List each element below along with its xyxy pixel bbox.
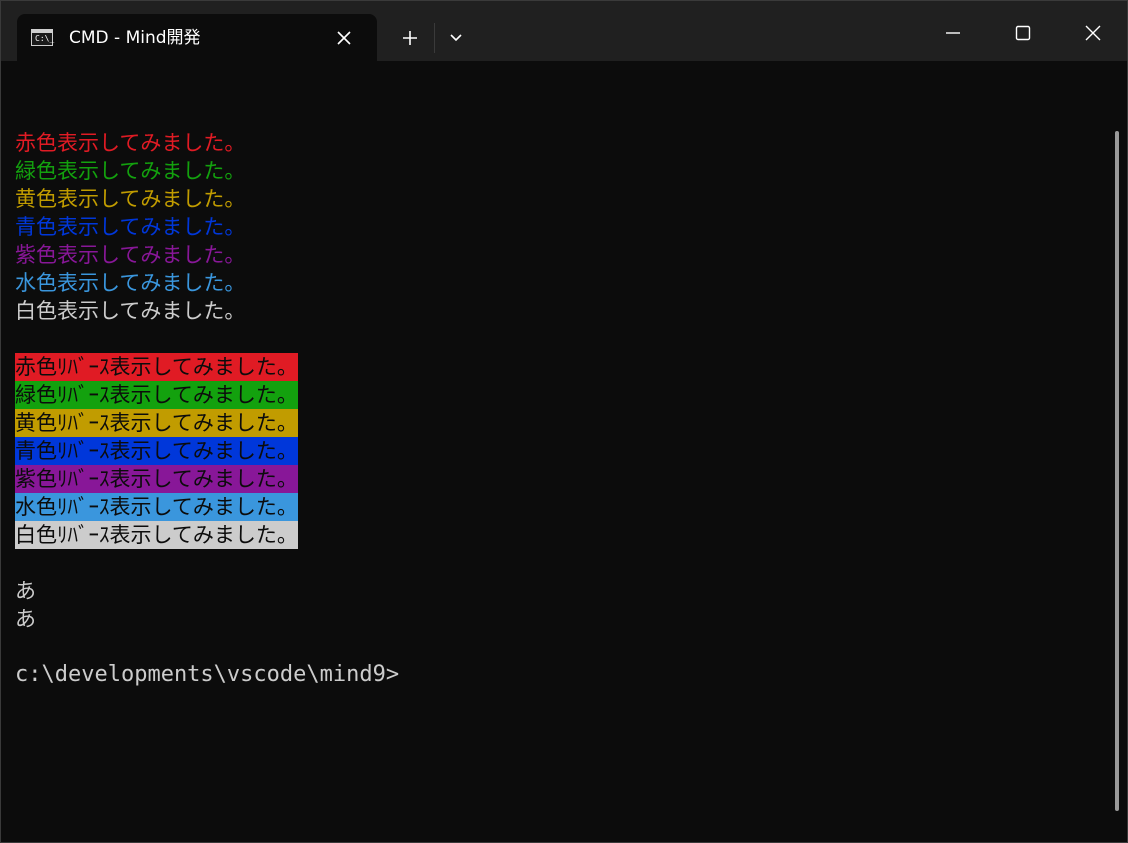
purple-text-line: 紫色表示してみました。: [15, 243, 246, 267]
purple-reverse-line: 紫色ﾘﾊﾞｰｽ表示してみました。: [15, 465, 298, 493]
yellow-reverse-line: 黄色ﾘﾊﾞｰｽ表示してみました。: [15, 409, 298, 437]
cyan-text-line: 水色表示してみました。: [15, 271, 246, 295]
close-button[interactable]: [1059, 13, 1127, 53]
chevron-down-icon: [450, 34, 462, 42]
close-icon: [1085, 25, 1101, 41]
titlebar-divider: [434, 23, 435, 53]
command-prompt[interactable]: c:\developments\vscode\mind9>: [15, 661, 399, 689]
green-text-line: 緑色表示してみました。: [15, 159, 246, 183]
red-reverse-line: 赤色ﾘﾊﾞｰｽ表示してみました。: [15, 353, 298, 381]
tab-dropdown-button[interactable]: [441, 23, 471, 53]
echo-line: あ: [15, 579, 36, 603]
minimize-button[interactable]: [919, 13, 987, 53]
new-tab-button[interactable]: [393, 23, 427, 53]
console-output: 赤色表示してみました。 緑色表示してみました。 黄色表示してみました。 青色表示…: [15, 129, 399, 689]
white-reverse-line: 白色ﾘﾊﾞｰｽ表示してみました。: [15, 521, 298, 549]
maximize-button[interactable]: [989, 13, 1057, 53]
blue-reverse-line: 青色ﾘﾊﾞｰｽ表示してみました。: [15, 437, 298, 465]
console-area[interactable]: 赤色表示してみました。 緑色表示してみました。 黄色表示してみました。 青色表示…: [1, 61, 1127, 843]
close-icon: [337, 31, 351, 45]
scrollbar[interactable]: [1115, 131, 1119, 811]
red-text-line: 赤色表示してみました。: [15, 131, 246, 155]
title-bar: C:\_ CMD - Mind開発: [1, 1, 1127, 61]
green-reverse-line: 緑色ﾘﾊﾞｰｽ表示してみました。: [15, 381, 298, 409]
minimize-icon: [946, 32, 960, 34]
terminal-window: C:\_ CMD - Mind開発 赤色表示してみました。 緑色表示してみました…: [0, 0, 1128, 843]
tab-title: CMD - Mind開発: [69, 28, 201, 48]
maximize-icon: [1015, 25, 1031, 41]
white-text-line: 白色表示してみました。: [15, 299, 246, 323]
tab-close-button[interactable]: [332, 27, 356, 49]
plus-icon: [403, 31, 417, 45]
cyan-reverse-line: 水色ﾘﾊﾞｰｽ表示してみました。: [15, 493, 298, 521]
terminal-icon: C:\_: [31, 29, 54, 46]
blue-text-line: 青色表示してみました。: [15, 215, 246, 239]
echo-line: あ: [15, 607, 36, 631]
yellow-text-line: 黄色表示してみました。: [15, 187, 246, 211]
tab-cmd[interactable]: C:\_ CMD - Mind開発: [17, 14, 377, 61]
